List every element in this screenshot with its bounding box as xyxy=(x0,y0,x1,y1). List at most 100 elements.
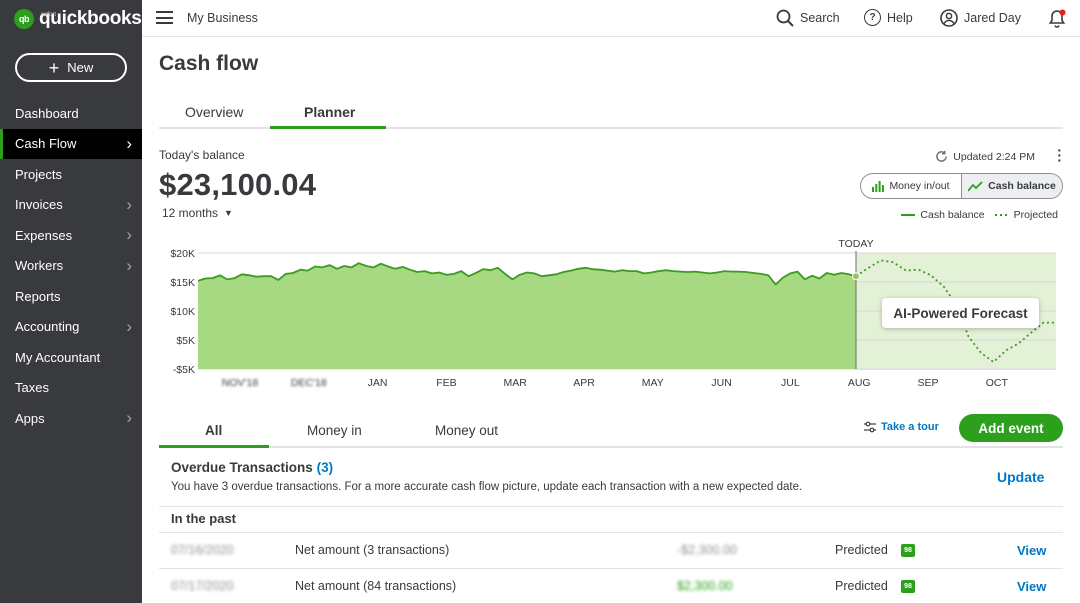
x-tick-label: MAR xyxy=(504,377,528,389)
row-description: Net amount (84 transactions) xyxy=(295,579,457,593)
sidebar-item-label: Cash Flow xyxy=(15,136,77,152)
notifications-button[interactable] xyxy=(1048,9,1066,29)
sidebar: qb wrfort quickbooks + New Dashboard Cash… xyxy=(0,0,142,603)
balance-label: Today's balance xyxy=(159,148,245,162)
sidebar-item-label: Projects xyxy=(15,166,62,182)
active-subtab-indicator xyxy=(159,445,269,448)
overdue-count: (3) xyxy=(316,460,334,475)
sidebar-item-expenses[interactable]: Expenses › xyxy=(0,220,142,251)
chart-view-toggle: Money in/out Cash balance xyxy=(860,173,1063,199)
updated-status: Updated 2:24 PM xyxy=(935,150,1035,163)
x-tick-label: OCT xyxy=(986,377,1009,389)
chevron-right-icon: › xyxy=(126,133,132,153)
x-tick-label: DEC'18 xyxy=(291,377,327,389)
hamburger-menu-icon[interactable] xyxy=(156,11,173,24)
business-name: My Business xyxy=(187,11,258,25)
cash-flow-tabs: Overview Planner xyxy=(159,100,1063,129)
period-value: 12 months xyxy=(162,206,219,220)
search-button[interactable]: Search xyxy=(776,9,840,27)
today-point xyxy=(852,272,860,281)
sidebar-item-taxes[interactable]: Taxes xyxy=(0,373,142,404)
search-label: Search xyxy=(800,11,840,25)
refresh-icon[interactable] xyxy=(935,150,948,163)
overdue-description: You have 3 overdue transactions. For a m… xyxy=(171,481,803,493)
quickbooks-logo[interactable]: qb wrfort quickbooks xyxy=(14,8,142,30)
sidebar-item-apps[interactable]: Apps › xyxy=(0,403,142,434)
x-tick-label: NOV'18 xyxy=(222,377,259,389)
period-dropdown[interactable]: 12 months ▼ xyxy=(162,206,233,220)
row-date: 07/17/2020 xyxy=(171,579,234,593)
table-row: 07/17/2020 Net amount (84 transactions) … xyxy=(159,569,1063,603)
chevron-right-icon: › xyxy=(126,194,132,214)
divider xyxy=(159,506,1063,507)
tab-money-in[interactable]: Money in xyxy=(307,423,362,438)
help-label: Help xyxy=(887,10,913,25)
view-link[interactable]: View xyxy=(1017,543,1046,558)
sidebar-item-accounting[interactable]: Accounting › xyxy=(0,312,142,343)
take-a-tour-link[interactable]: Take a tour xyxy=(864,421,939,433)
confidence-badge: 98 xyxy=(901,580,915,593)
update-link[interactable]: Update xyxy=(997,469,1044,485)
y-tick-label: $5K xyxy=(176,335,195,347)
user-name: Jared Day xyxy=(964,11,1021,25)
sidebar-item-label: Expenses xyxy=(15,227,73,243)
cash-balance-toggle[interactable]: Cash balance xyxy=(961,174,1062,198)
view-link[interactable]: View xyxy=(1017,579,1046,594)
chevron-right-icon: › xyxy=(126,255,132,275)
x-tick-label: SEP xyxy=(917,377,938,389)
y-tick-label: $10K xyxy=(170,306,195,318)
sidebar-item-label: Taxes xyxy=(15,380,49,396)
new-button[interactable]: + New xyxy=(15,53,127,82)
sidebar-item-label: Invoices xyxy=(15,197,63,213)
balance-amount: $23,100.04 xyxy=(159,167,317,202)
bar-chart-icon xyxy=(872,180,885,192)
overdue-title-text: Overdue Transactions xyxy=(171,460,313,475)
user-menu[interactable]: Jared Day xyxy=(940,9,1021,27)
tab-all[interactable]: All xyxy=(205,423,222,438)
row-description: Net amount (3 transactions) xyxy=(295,543,450,557)
page-title: Cash flow xyxy=(159,52,259,75)
x-tick-label: FEB xyxy=(436,377,456,389)
x-tick-label: MAY xyxy=(642,377,664,389)
sliders-icon xyxy=(864,421,876,433)
cash-balance-label: Cash balance xyxy=(988,180,1056,192)
chevron-right-icon: › xyxy=(126,225,132,245)
solid-line-swatch xyxy=(901,214,916,216)
money-in-out-toggle[interactable]: Money in/out xyxy=(861,174,961,198)
tab-planner[interactable]: Planner xyxy=(304,104,355,120)
help-button[interactable]: ? Help xyxy=(864,9,913,26)
sidebar-item-label: Reports xyxy=(15,288,61,304)
sidebar-item-label: Apps xyxy=(15,410,45,426)
caret-down-icon: ▼ xyxy=(224,208,233,218)
sidebar-item-label: Accounting xyxy=(15,319,80,335)
sidebar-item-projects[interactable]: Projects xyxy=(0,159,142,190)
sidebar-item-invoices[interactable]: Invoices › xyxy=(0,190,142,221)
y-tick-label: -$5K xyxy=(173,364,195,376)
sidebar-item-dashboard[interactable]: Dashboard xyxy=(0,98,142,129)
cash-balance-area xyxy=(198,263,856,369)
sidebar-item-my-accountant[interactable]: My Accountant xyxy=(0,342,142,373)
x-tick-label: JUL xyxy=(781,377,800,389)
logo-text: wrfort quickbooks xyxy=(39,8,142,30)
app-root: qb wrfort quickbooks + New Dashboard Cash… xyxy=(0,0,1080,603)
sidebar-item-label: Workers xyxy=(15,258,64,274)
overdue-transactions-title: Overdue Transactions (3) xyxy=(171,460,333,475)
in-the-past-heading: In the past xyxy=(171,511,237,526)
legend-projected: Projected xyxy=(994,209,1058,221)
legend-cash-balance: Cash balance xyxy=(901,209,985,221)
sidebar-item-label: My Accountant xyxy=(15,349,101,365)
tab-overview[interactable]: Overview xyxy=(185,104,243,120)
sidebar-item-reports[interactable]: Reports xyxy=(0,281,142,312)
row-amount: $2,300.00 xyxy=(677,579,733,593)
more-options-icon[interactable]: · · · xyxy=(1057,143,1062,167)
search-icon xyxy=(776,9,794,27)
tab-money-out[interactable]: Money out xyxy=(435,423,498,438)
money-in-out-label: Money in/out xyxy=(889,180,950,192)
row-status: Predicted xyxy=(835,543,888,557)
sidebar-item-workers[interactable]: Workers › xyxy=(0,251,142,282)
sidebar-item-cash-flow[interactable]: Cash Flow › xyxy=(0,128,142,159)
top-bar: My Business Search ? Help Jared Day xyxy=(142,0,1080,37)
confidence-badge: 98 xyxy=(901,544,915,557)
new-button-label: New xyxy=(67,60,94,75)
add-event-button[interactable]: Add event xyxy=(959,414,1063,442)
